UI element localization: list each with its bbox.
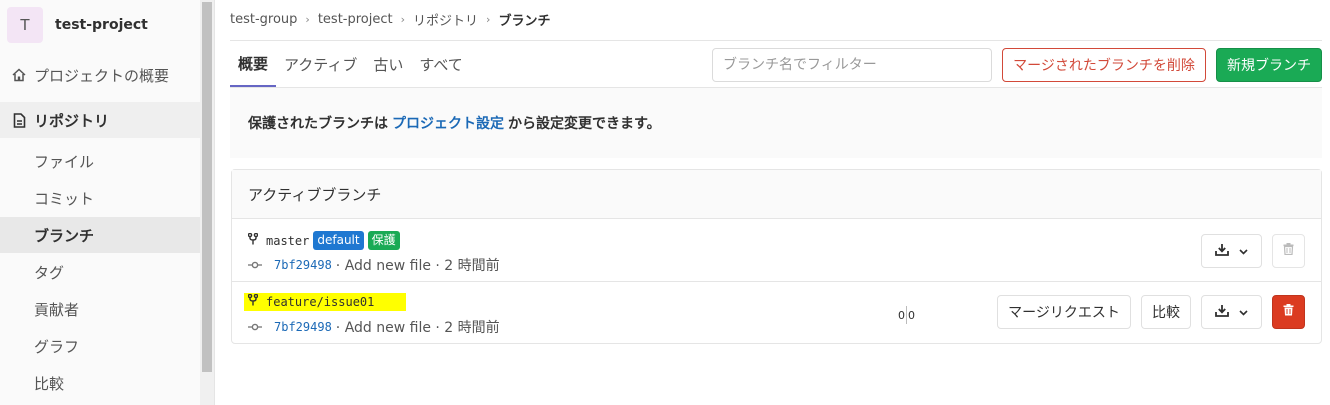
divergence-graph: 0 0 (898, 306, 915, 324)
notice-prefix: 保護されたブランチは (248, 116, 388, 132)
sidebar-item-graph[interactable]: グラフ (0, 328, 200, 364)
tab-active[interactable]: アクティブ (276, 41, 365, 87)
tab-overview[interactable]: 概要 (230, 41, 277, 87)
commit-icon (248, 323, 262, 331)
scrollbar-thumb[interactable] (202, 2, 212, 372)
sidebar-item-label: グラフ (34, 337, 80, 356)
delete-branch-button[interactable] (1272, 295, 1305, 329)
notice-suffix: から設定変更できます。 (508, 116, 661, 132)
sidebar-item-label: タグ (34, 263, 65, 282)
merge-request-button[interactable]: マージリクエスト (997, 295, 1131, 329)
commits-behind-count: 0 (898, 308, 905, 322)
sidebar-item-files[interactable]: ファイル (0, 143, 200, 179)
delete-merged-branches-button[interactable]: マージされたブランチを削除 (1002, 48, 1206, 82)
divergence-separator (906, 306, 907, 324)
delete-branch-button[interactable] (1272, 234, 1305, 268)
sidebar-item-label: リポジトリ (34, 111, 110, 130)
branch-name-line: feature/issue01 (244, 293, 407, 311)
chevron-right-icon: › (486, 13, 491, 26)
download-dropdown-button[interactable] (1201, 295, 1262, 329)
sidebar: T test-project プロジェクトの概要 リポジトリ ファイル コミット… (0, 0, 215, 405)
trash-icon (1283, 304, 1294, 320)
branch-fork-icon (247, 232, 259, 249)
commits-ahead-count: 0 (908, 308, 915, 322)
branch-row: master default 保護 7bf29498 · Add new fil… (232, 220, 1321, 282)
active-branches-panel: アクティブブランチ master default 保護 7bf29498 · A… (231, 169, 1322, 344)
project-settings-link[interactable]: プロジェクト設定 (392, 113, 504, 133)
branch-filter-input[interactable] (712, 48, 992, 82)
branch-fork-icon (247, 293, 259, 310)
chevron-down-icon (1239, 243, 1248, 259)
sidebar-item-tags[interactable]: タグ (0, 254, 200, 290)
panel-title: アクティブブランチ (232, 170, 1321, 219)
sidebar-item-label: ファイル (34, 152, 95, 171)
project-header[interactable]: T test-project (0, 0, 200, 50)
sidebar-scrollbar[interactable] (200, 0, 214, 405)
chevron-right-icon: › (305, 13, 310, 26)
commit-message: · Add new file · 2 時間前 (335, 258, 500, 274)
sidebar-item-label: プロジェクトの概要 (34, 66, 170, 85)
sidebar-item-repository[interactable]: リポジトリ (0, 102, 200, 138)
branch-name-link[interactable]: feature/issue01 (266, 295, 374, 309)
commit-message: · Add new file · 2 時間前 (335, 320, 500, 336)
project-name: test-project (55, 17, 148, 33)
download-icon (1215, 243, 1229, 260)
branch-row: feature/issue01 7bf29498 · Add new file … (232, 282, 1321, 344)
home-icon (10, 66, 28, 84)
sidebar-item-label: コミット (34, 189, 95, 208)
download-dropdown-button[interactable] (1201, 234, 1262, 268)
document-icon (10, 111, 28, 129)
breadcrumb-branches[interactable]: ブランチ (498, 10, 550, 29)
protected-branches-notice: 保護されたブランチは プロジェクト設定 から設定変更できます。 (230, 88, 1322, 158)
commit-line: 7bf29498 · Add new file · 2 時間前 (248, 255, 500, 275)
commit-sha-link[interactable]: 7bf29498 (274, 320, 332, 334)
branch-name-link[interactable]: master (266, 234, 309, 248)
sidebar-item-branches[interactable]: ブランチ (0, 217, 200, 253)
sidebar-item-label: 貢献者 (34, 300, 80, 319)
branch-name-line: master default 保護 (247, 231, 400, 250)
chevron-right-icon: › (400, 13, 406, 26)
branch-tabs: 概要 アクティブ 古い すべて (230, 41, 471, 87)
tab-all[interactable]: すべて (411, 41, 470, 87)
tab-stale[interactable]: 古い (365, 41, 411, 87)
sidebar-item-label: ブランチ (34, 226, 95, 245)
sidebar-item-contributors[interactable]: 貢献者 (0, 291, 200, 327)
sidebar-item-commits[interactable]: コミット (0, 180, 200, 216)
breadcrumb: test-group › test-project › リポジトリ › ブランチ (230, 10, 550, 29)
breadcrumb-project[interactable]: test-project (318, 12, 393, 27)
protected-badge: 保護 (367, 231, 400, 250)
breadcrumb-repository[interactable]: リポジトリ (413, 10, 478, 29)
commit-line: 7bf29498 · Add new file · 2 時間前 (248, 317, 500, 337)
compare-button[interactable]: 比較 (1141, 295, 1191, 329)
chevron-down-icon (1239, 304, 1248, 320)
sidebar-item-overview[interactable]: プロジェクトの概要 (0, 57, 200, 93)
commit-icon (248, 261, 262, 269)
avatar: T (7, 7, 43, 43)
breadcrumb-group[interactable]: test-group (230, 12, 297, 27)
sidebar-item-label: 比較 (34, 374, 65, 393)
sidebar-item-compare[interactable]: 比較 (0, 365, 200, 401)
default-badge: default (313, 231, 364, 250)
commit-sha-link[interactable]: 7bf29498 (274, 258, 332, 272)
trash-icon (1283, 243, 1294, 259)
download-icon (1215, 304, 1229, 321)
new-branch-button[interactable]: 新規ブランチ (1216, 48, 1322, 82)
